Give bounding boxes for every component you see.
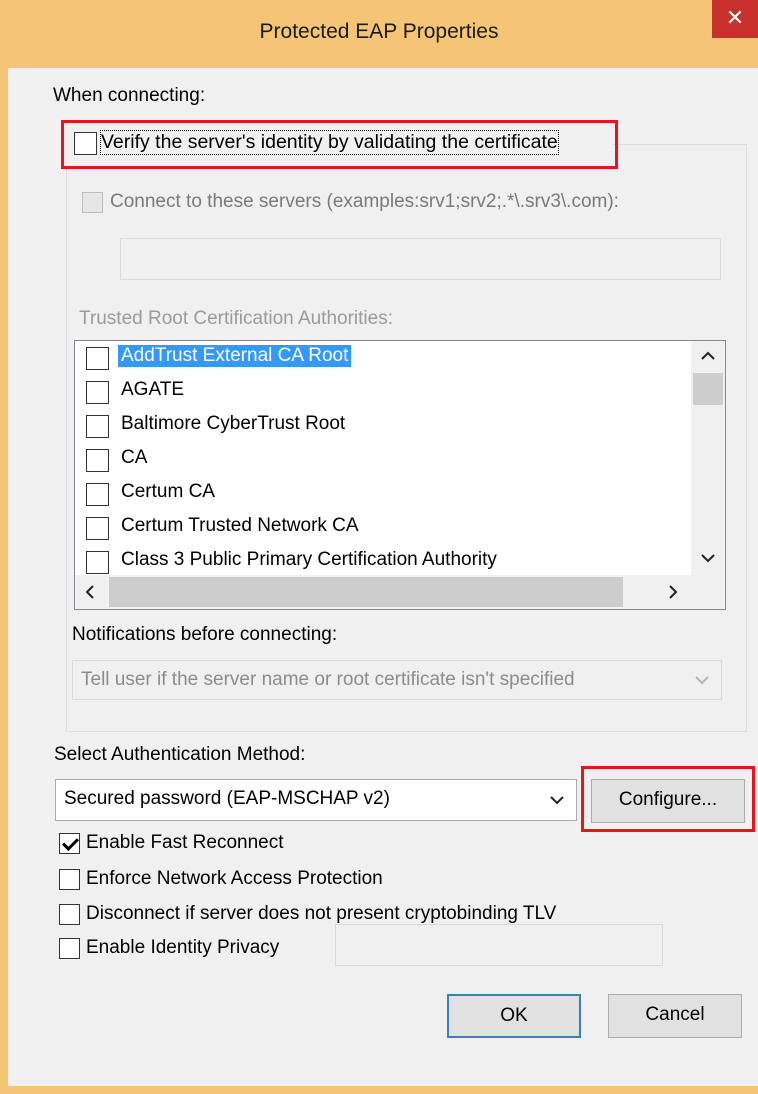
- auth-method-dropdown[interactable]: Secured password (EAP-MSCHAP v2): [55, 779, 577, 821]
- ca-item-label: Baltimore CyberTrust Root: [121, 413, 346, 434]
- chevron-down-icon[interactable]: [701, 553, 715, 563]
- ca-item-label: Class 3 Public Primary Certification Aut…: [121, 549, 497, 570]
- ca-item-checkbox[interactable]: [86, 449, 109, 472]
- enforce-nap-label: Enforce Network Access Protection: [86, 868, 383, 889]
- notifications-value: Tell user if the server name or root cer…: [81, 669, 575, 690]
- ca-item-label: AGATE: [121, 379, 184, 400]
- ca-item-checkbox[interactable]: [86, 347, 109, 370]
- connect-servers-label: Connect to these servers (examples:srv1;…: [110, 191, 619, 212]
- enforce-nap-checkbox[interactable]: [59, 869, 80, 890]
- ca-list-item[interactable]: AGATE: [75, 375, 685, 409]
- chevron-down-icon[interactable]: [695, 675, 709, 685]
- ca-item-label: CA: [121, 447, 148, 468]
- chevron-left-icon[interactable]: [85, 585, 95, 599]
- cancel-button-label: Cancel: [645, 1004, 705, 1025]
- ok-button-label: OK: [500, 1005, 528, 1026]
- chevron-right-icon[interactable]: [668, 585, 678, 599]
- chevron-up-icon[interactable]: [701, 351, 715, 361]
- close-icon: ✕: [725, 5, 745, 30]
- auth-method-value: Secured password (EAP-MSCHAP v2): [64, 788, 390, 809]
- scroll-corner: [691, 575, 725, 609]
- dialog-window: Protected EAP Properties ✕ When connecti…: [0, 0, 758, 1094]
- identity-privacy-checkbox[interactable]: [59, 938, 80, 959]
- connect-servers-input[interactable]: [120, 238, 721, 280]
- ca-list-item[interactable]: Baltimore CyberTrust Root: [75, 409, 685, 443]
- window-title: Protected EAP Properties: [259, 20, 499, 43]
- chevron-down-icon[interactable]: [550, 795, 564, 805]
- notifications-label: Notifications before connecting:: [72, 624, 338, 645]
- ca-item-checkbox[interactable]: [86, 415, 109, 438]
- trusted-root-label: Trusted Root Certification Authorities:: [79, 308, 393, 329]
- ca-list-item[interactable]: AddTrust External CA Root: [75, 341, 685, 375]
- when-connecting-heading: When connecting:: [53, 85, 206, 106]
- vertical-scroll-thumb[interactable]: [693, 373, 723, 405]
- ca-list-item[interactable]: Class 3 Public Primary Certification Aut…: [75, 545, 685, 579]
- cryptobinding-label: Disconnect if server does not present cr…: [86, 903, 557, 924]
- dialog-client-area: When connecting: Verify the server's ide…: [8, 68, 758, 1086]
- ca-item-checkbox[interactable]: [86, 381, 109, 404]
- ca-item-checkbox[interactable]: [86, 517, 109, 540]
- ca-list-item[interactable]: Certum Trusted Network CA: [75, 511, 685, 545]
- trusted-root-ca-list[interactable]: AddTrust External CA Root AGATE Baltimor…: [74, 340, 726, 610]
- close-button[interactable]: ✕: [712, 0, 758, 38]
- cancel-button[interactable]: Cancel: [608, 994, 742, 1038]
- ca-list-item[interactable]: CA: [75, 443, 685, 477]
- cryptobinding-checkbox[interactable]: [59, 904, 80, 925]
- ca-list-item[interactable]: Certum CA: [75, 477, 685, 511]
- horizontal-scrollbar[interactable]: [75, 575, 691, 609]
- notifications-dropdown[interactable]: Tell user if the server name or root cer…: [72, 660, 722, 700]
- ca-item-label: AddTrust External CA Root: [118, 345, 352, 367]
- ca-item-checkbox[interactable]: [86, 551, 109, 574]
- identity-privacy-input[interactable]: [335, 924, 663, 966]
- vertical-scrollbar[interactable]: [691, 341, 725, 577]
- ca-item-label: Certum CA: [121, 481, 215, 502]
- identity-privacy-label: Enable Identity Privacy: [86, 937, 280, 958]
- verify-highlight-box: [61, 120, 618, 169]
- ca-item-checkbox[interactable]: [86, 483, 109, 506]
- configure-highlight-box: [581, 766, 755, 832]
- ok-button[interactable]: OK: [447, 994, 581, 1038]
- ca-item-label: Certum Trusted Network CA: [121, 515, 359, 536]
- auth-method-label: Select Authentication Method:: [54, 744, 306, 765]
- title-bar[interactable]: Protected EAP Properties ✕: [0, 0, 758, 68]
- horizontal-scroll-thumb[interactable]: [109, 577, 623, 607]
- connect-servers-checkbox[interactable]: [82, 192, 103, 213]
- fast-reconnect-label: Enable Fast Reconnect: [86, 832, 284, 853]
- fast-reconnect-checkbox[interactable]: [59, 833, 80, 854]
